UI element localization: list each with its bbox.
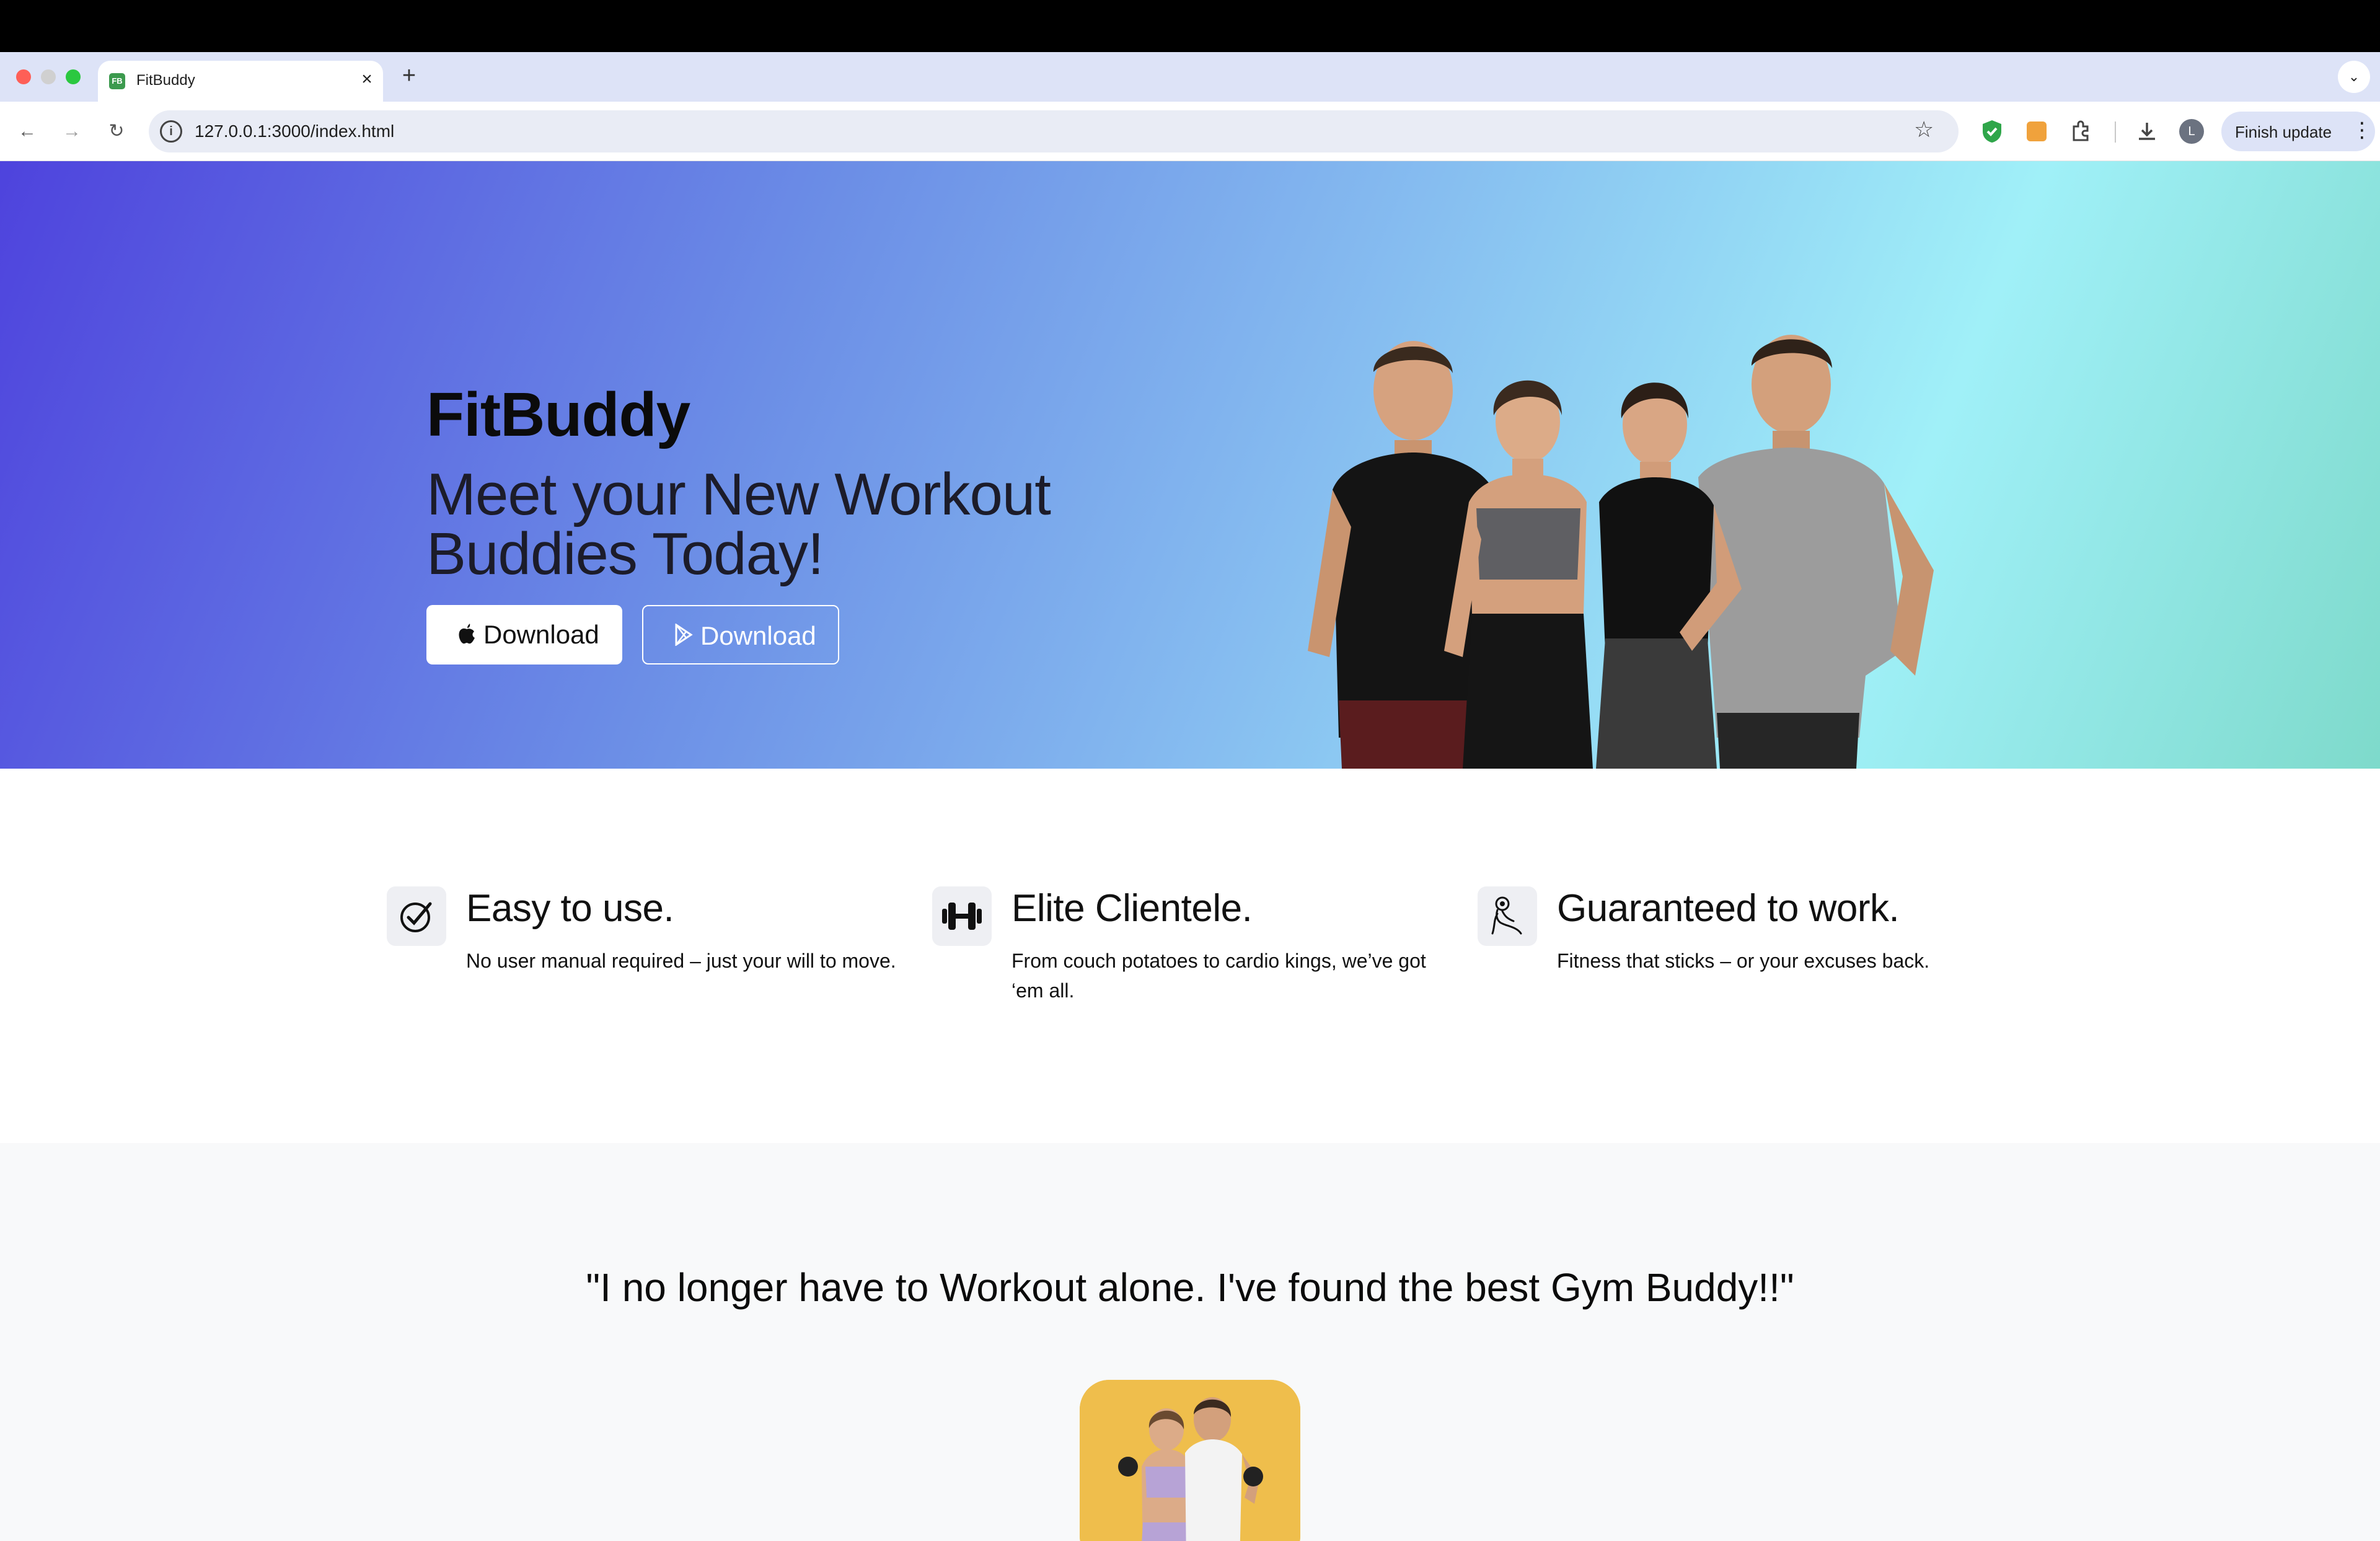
url-text[interactable]: 127.0.0.1:3000/index.html	[195, 121, 394, 141]
extensions-puzzle-icon[interactable]	[2068, 118, 2095, 145]
finish-update-label: Finish update	[2235, 123, 2332, 141]
hero-group-photo	[1308, 335, 1934, 769]
feature-elite-clientele: Elite Clientele. From couch potatoes to …	[932, 886, 1453, 1023]
finish-update-button[interactable]: Finish update ⋮	[2221, 112, 2375, 151]
back-arrow-icon[interactable]: ←	[11, 115, 43, 148]
testimonial-quote: "I no longer have to Workout alone. I've…	[586, 1265, 1794, 1310]
app-store-download-button[interactable]: Download	[426, 605, 622, 665]
check-circle-icon	[387, 886, 446, 946]
downloads-icon[interactable]	[2133, 118, 2161, 145]
feature-description: Fitness that sticks – or your excuses ba…	[1557, 950, 1930, 972]
tab-close-icon[interactable]: ×	[355, 67, 379, 92]
testimonial-photo	[1080, 1380, 1300, 1541]
hero-subtitle: Meet your New Workout Buddies Today!	[426, 461, 1051, 587]
orange-extension-icon[interactable]	[2023, 118, 2050, 145]
browser-tab[interactable]: FB FitBuddy ×	[98, 61, 383, 102]
apple-icon	[457, 622, 476, 651]
favicon-icon: FB	[109, 73, 125, 89]
toolbar-divider	[2115, 121, 2116, 143]
tab-title: FitBuddy	[136, 72, 195, 89]
window-close-button[interactable]	[16, 69, 31, 84]
shield-extension-icon[interactable]	[1978, 118, 2006, 145]
tab-search-chevron-icon[interactable]: ⌄	[2338, 61, 2370, 93]
feature-title: Easy to use.	[466, 887, 674, 930]
profile-avatar[interactable]: L	[2179, 119, 2204, 144]
site-info-icon[interactable]: i	[160, 120, 182, 143]
feature-guaranteed: Guaranteed to work. Fitness that sticks …	[1478, 886, 1998, 1023]
screen-top-bar	[0, 0, 2380, 52]
dumbbell-icon	[932, 886, 992, 946]
more-menu-icon[interactable]: ⋮	[2351, 118, 2373, 143]
bookmark-star-icon[interactable]: ☆	[1914, 117, 1934, 143]
feature-title: Elite Clientele.	[1011, 887, 1253, 930]
feature-description: From couch potatoes to cardio kings, we’…	[1011, 950, 1426, 1002]
flexed-arm-icon	[1478, 886, 1537, 946]
app-store-download-label: Download	[483, 620, 599, 649]
feature-easy-to-use: Easy to use. No user manual required – j…	[387, 886, 907, 1023]
hero-section: FitBuddy Meet your New Workout Buddies T…	[0, 161, 2380, 769]
google-play-download-label: Download	[700, 621, 816, 650]
google-play-download-button[interactable]: Download	[642, 605, 839, 665]
testimonial-section: "I no longer have to Workout alone. I've…	[0, 1143, 2380, 1541]
google-play-icon	[674, 623, 693, 652]
hero-title: FitBuddy	[426, 380, 690, 449]
new-tab-button[interactable]: +	[397, 63, 421, 88]
window-minimize-button[interactable]	[41, 69, 56, 84]
forward-arrow-icon[interactable]: →	[56, 115, 88, 148]
features-section: Easy to use. No user manual required – j…	[0, 769, 2380, 1143]
address-bar[interactable]: i 127.0.0.1:3000/index.html ☆	[149, 110, 1959, 152]
feature-title: Guaranteed to work.	[1557, 887, 1900, 930]
window-zoom-button[interactable]	[66, 69, 81, 84]
feature-description: No user manual required – just your will…	[466, 950, 896, 972]
reload-icon[interactable]: ↻	[100, 115, 133, 148]
